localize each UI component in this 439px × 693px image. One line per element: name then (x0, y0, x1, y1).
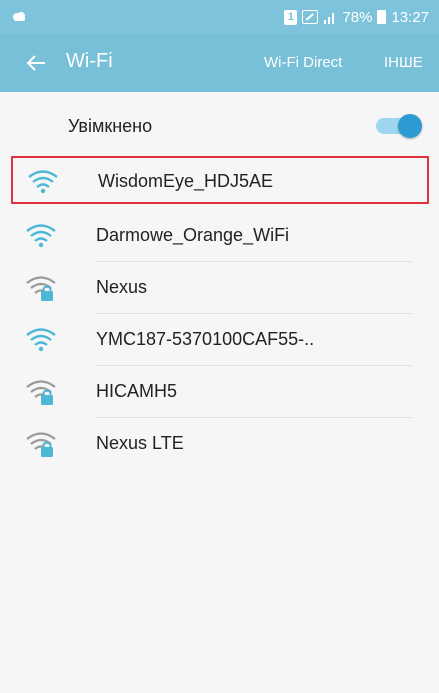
app-bar: Wi-Fi Wi-Fi Direct ІНШЕ (0, 34, 439, 92)
wifi-signal-icon (26, 328, 56, 352)
network-name: Nexus (96, 277, 148, 297)
cloud-notification-icon (13, 12, 25, 21)
sim-icon: 1 (284, 9, 298, 25)
wifi-signal-icon (28, 170, 58, 194)
network-item[interactable]: Darmowe_Orange_WiFi (0, 210, 439, 262)
wifi-locked-icon (26, 432, 56, 457)
wifi-locked-icon (26, 380, 56, 405)
network-item[interactable]: HICAMH5 (0, 366, 439, 418)
wifi-locked-icon (26, 276, 56, 301)
switch-knob (398, 114, 422, 138)
network-name: Darmowe_Orange_WiFi (96, 225, 290, 245)
network-item[interactable]: YMC187-5370100CAF55-.. (0, 314, 439, 366)
no-sim-icon (302, 10, 319, 24)
network-list: WisdomEye_HDJ5AE Darmowe_Orange_WiFi Nex… (0, 156, 439, 470)
network-item[interactable]: Nexus LTE (0, 418, 439, 470)
page-title: Wi-Fi (66, 50, 113, 72)
network-name: WisdomEye_HDJ5AE (98, 171, 274, 191)
status-bar: 1 78% 13:27 (0, 0, 439, 34)
more-button[interactable]: ІНШЕ (384, 54, 423, 71)
battery-icon (377, 10, 387, 24)
toggle-label: Увімкнено (68, 116, 153, 136)
network-item[interactable]: Nexus (0, 262, 439, 314)
signal-icon (324, 13, 335, 24)
battery-percent: 78% (342, 8, 373, 26)
network-item[interactable]: WisdomEye_HDJ5AE (11, 156, 429, 204)
network-name: YMC187-5370100CAF55-.. (96, 329, 315, 349)
network-name: HICAMH5 (96, 381, 178, 401)
wifi-toggle-row[interactable]: Увімкнено (0, 92, 439, 158)
back-arrow-icon[interactable] (26, 54, 46, 72)
wifi-signal-icon (26, 224, 56, 248)
status-indicators: 1 78% 13:27 (284, 0, 429, 34)
network-name: Nexus LTE (96, 433, 184, 453)
wifi-switch[interactable] (374, 114, 424, 138)
wifi-direct-button[interactable]: Wi-Fi Direct (264, 54, 342, 71)
clock: 13:27 (391, 8, 429, 26)
